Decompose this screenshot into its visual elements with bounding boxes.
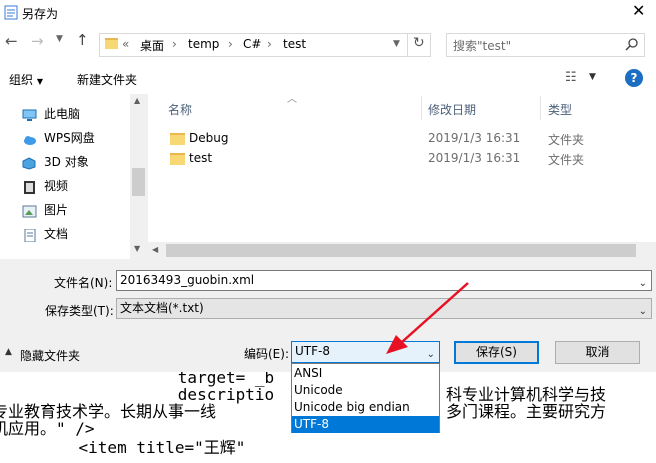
annotation-arrow-icon: [386, 282, 469, 354]
